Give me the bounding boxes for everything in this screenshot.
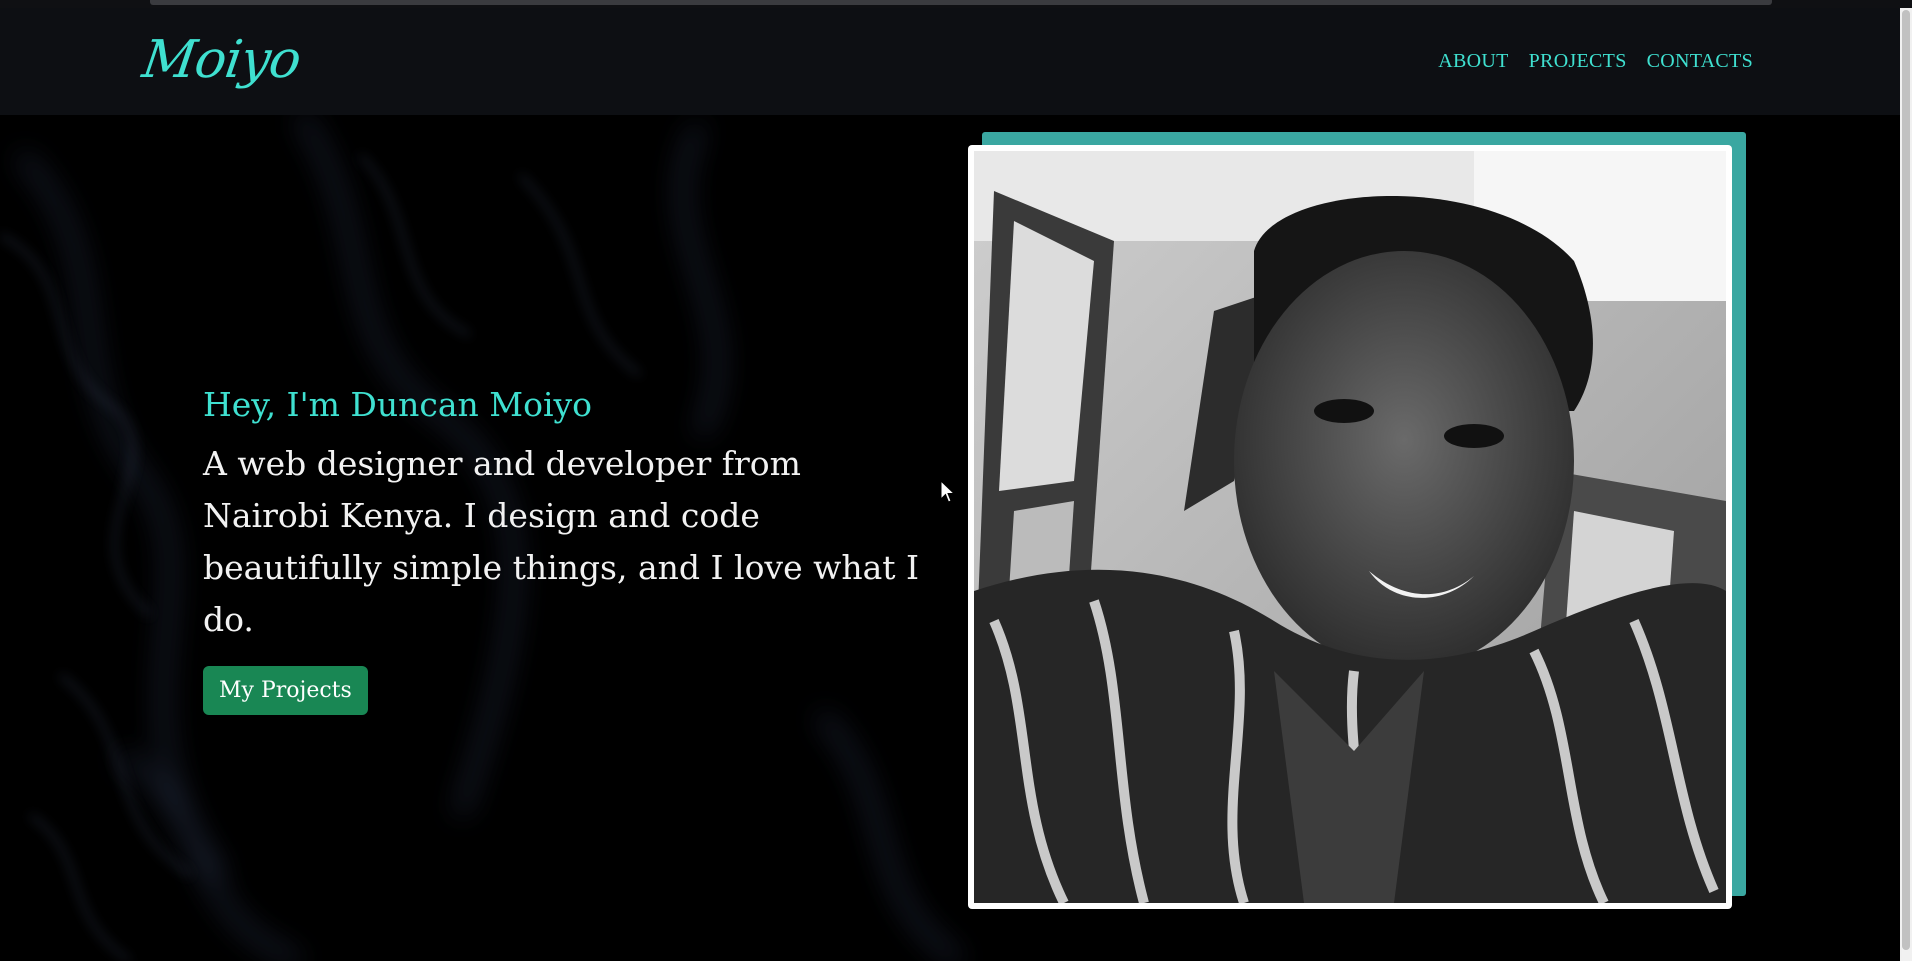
nav-link-contacts[interactable]: CONTACTS — [1647, 50, 1753, 73]
nav-links: ABOUT PROJECTS CONTACTS — [1438, 50, 1753, 73]
brand-logo[interactable]: Moiyo — [139, 30, 304, 90]
nav-link-projects[interactable]: PROJECTS — [1529, 50, 1627, 73]
nav-link-about[interactable]: ABOUT — [1438, 50, 1508, 73]
scrollbar-thumb[interactable] — [1902, 10, 1910, 950]
browser-top-strip — [0, 0, 1912, 8]
hero-section: Hey, I'm Duncan Moiyo A web designer and… — [0, 115, 1900, 961]
profile-photo-frame — [968, 145, 1732, 909]
mouse-pointer-icon — [940, 480, 956, 503]
page-scrollbar[interactable] — [1900, 8, 1912, 961]
hero-tagline: A web designer and developer from Nairob… — [203, 444, 920, 639]
profile-photo — [974, 151, 1726, 903]
browser-tab-strip — [150, 0, 1772, 5]
hero-text: Hey, I'm Duncan Moiyo A web designer and… — [203, 385, 923, 715]
navbar: Moiyo ABOUT PROJECTS CONTACTS — [0, 8, 1900, 115]
hero-greeting: Hey, I'm Duncan Moiyo — [203, 385, 593, 424]
my-projects-button[interactable]: My Projects — [203, 666, 368, 715]
